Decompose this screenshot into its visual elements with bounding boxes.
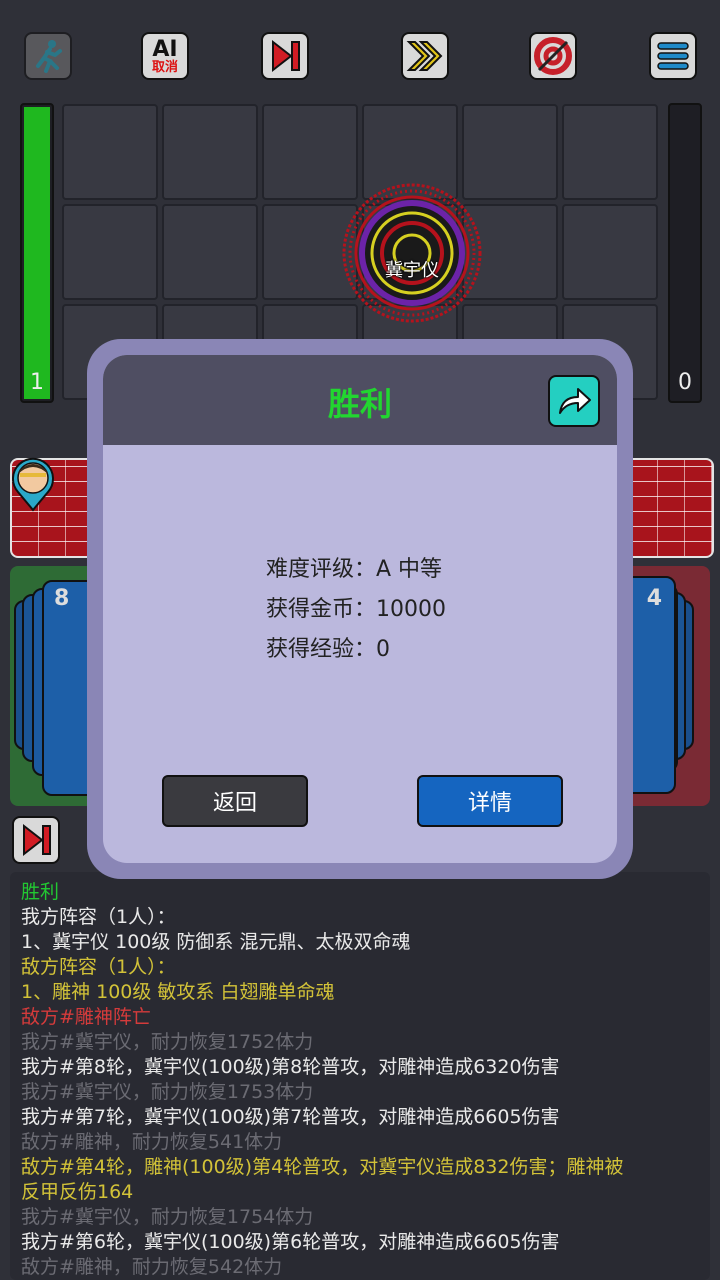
back-button-label: 返回: [212, 791, 257, 816]
menu-icon: [657, 42, 689, 70]
grid-cell: [562, 204, 658, 300]
skip-icon: [23, 823, 51, 857]
dialog-title: 胜利: [327, 385, 392, 423]
log-line: 敌方#第4轮，雕神(100级)第4轮普攻，对冀宇仪造成832伤害；雕神被: [21, 1156, 624, 1178]
log-line: 敌方#雕神，耐力恢复542体力: [21, 1256, 283, 1278]
player-hp-bar: 1: [20, 103, 54, 403]
speed-button[interactable]: [401, 32, 449, 80]
grid-cell: [62, 204, 158, 300]
skip-turn-button[interactable]: [12, 816, 60, 864]
log-line: 敌方阵容（1人）：: [21, 956, 176, 978]
unit-aura-icon: [342, 183, 482, 323]
grid-cell: [162, 104, 258, 200]
ai-label: AI: [152, 36, 178, 62]
fast-forward-icon: [406, 41, 443, 71]
log-line: 敌方#雕神，耐力恢复541体力: [21, 1131, 283, 1153]
grid-cell: [562, 104, 658, 200]
menu-button[interactable]: [649, 32, 697, 80]
flee-button[interactable]: [24, 32, 72, 80]
skip-button[interactable]: [261, 32, 309, 80]
share-button[interactable]: [548, 375, 600, 427]
log-line: 胜利: [21, 881, 60, 903]
grid-cell: [162, 204, 258, 300]
enemy-hp-bar: 0: [668, 103, 702, 403]
grid-cell: [62, 104, 158, 200]
target-icon: [534, 37, 572, 75]
ai-cancel-icon: AI 取消: [151, 36, 178, 75]
log-line: 我方阵容（1人）：: [21, 906, 176, 928]
player-hp-value: 1: [30, 370, 44, 395]
ai-cancel-button[interactable]: AI 取消: [141, 32, 189, 80]
exp-earned: 获得经验：0: [266, 637, 390, 662]
details-button[interactable]: 详情: [417, 775, 563, 827]
log-line: 我方#第6轮，冀宇仪(100级)第6轮普攻，对雕神造成6605伤害: [21, 1231, 560, 1253]
log-line: 我方#第8轮，冀宇仪(100级)第8轮普攻，对雕神造成6320伤害: [21, 1056, 560, 1078]
gold-earned: 获得金币：10000: [266, 597, 446, 622]
details-button-label: 详情: [467, 791, 512, 816]
player-deck-count: 8: [54, 586, 70, 611]
skip-icon: [272, 39, 300, 73]
player-avatar[interactable]: [10, 456, 56, 512]
log-line: 1、雕神 100级 敏攻系 白翅雕单命魂: [21, 981, 335, 1003]
log-line: 我方#冀宇仪，耐力恢复1752体力: [21, 1031, 314, 1053]
target-button[interactable]: [529, 32, 577, 80]
log-line: 我方#冀宇仪，耐力恢复1753体力: [21, 1081, 314, 1103]
enemy-deck-count: 4: [646, 586, 662, 611]
unit-token[interactable]: 冀宇仪: [341, 182, 483, 324]
share-icon: [559, 388, 591, 414]
battle-log[interactable]: 胜利我方阵容（1人）： 1、冀宇仪 100级 防御系 混元鼎、太极双命魂 敌方阵容（…: [10, 872, 710, 1280]
running-man-icon: [36, 40, 62, 73]
log-line: 我方#第7轮，冀宇仪(100级)第7轮普攻，对雕神造成6605伤害: [21, 1106, 560, 1128]
back-button[interactable]: 返回: [162, 775, 308, 827]
cancel-label: 取消: [151, 59, 178, 75]
result-dialog: 胜利 难度评级：A 中等 获得金币：10000 获得经验：0 返回 详情: [103, 355, 617, 863]
unit-name-label: 冀宇仪: [385, 260, 439, 281]
log-line: 敌方#雕神阵亡: [21, 1006, 151, 1028]
dialog-header: 胜利: [103, 355, 617, 445]
log-line: 1、冀宇仪 100级 防御系 混元鼎、太极双命魂: [21, 931, 411, 953]
difficulty-rating: 难度评级：A 中等: [266, 557, 443, 582]
log-line: 我方#冀宇仪，耐力恢复1754体力: [21, 1206, 314, 1228]
player-avatar-icon: [12, 457, 54, 512]
player-hp-fill: [24, 107, 50, 399]
log-line: 反甲反伤164: [21, 1181, 134, 1203]
enemy-hp-value: 0: [678, 370, 692, 395]
